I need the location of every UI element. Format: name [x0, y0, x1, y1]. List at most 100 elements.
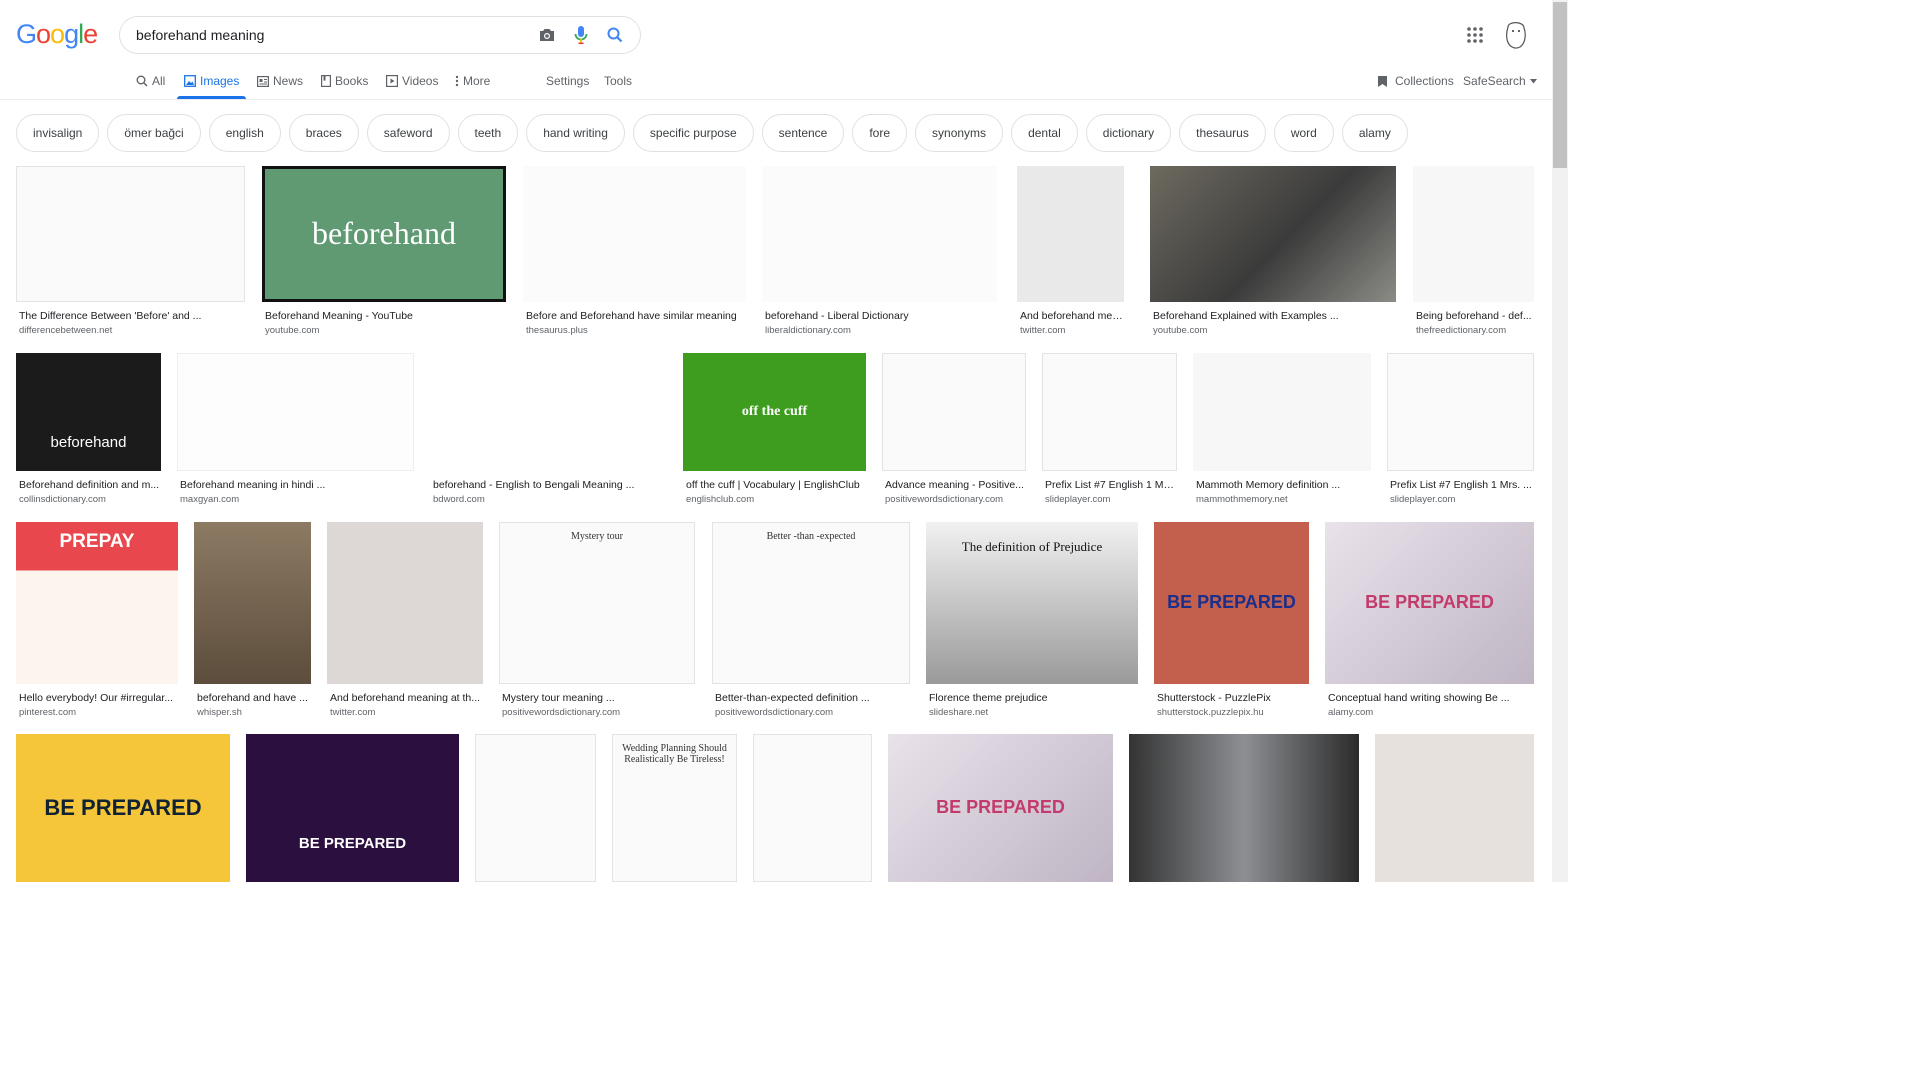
tab-settings[interactable]: Settings: [546, 74, 589, 88]
image-result[interactable]: [753, 734, 872, 882]
result-title[interactable]: Advance meaning - Positive...: [885, 479, 1025, 491]
result-title[interactable]: beforehand - Liberal Dictionary: [765, 310, 996, 322]
result-thumbnail[interactable]: [194, 522, 311, 684]
microphone-icon[interactable]: [564, 18, 598, 52]
result-source[interactable]: thefreedictionary.com: [1416, 325, 1533, 336]
apps-grid-icon[interactable]: [1466, 26, 1484, 44]
result-thumbnail[interactable]: [1193, 353, 1371, 471]
chip[interactable]: sentence: [761, 114, 845, 152]
image-result[interactable]: The Difference Between 'Before' and ... d…: [16, 166, 245, 342]
result-title[interactable]: Mammoth Memory definition ...: [1196, 479, 1370, 491]
result-thumbnail[interactable]: [882, 353, 1026, 471]
tab-all[interactable]: All: [136, 74, 165, 88]
image-result[interactable]: BE PREPARED: [888, 734, 1113, 882]
tab-news[interactable]: News: [257, 74, 303, 88]
image-result[interactable]: BE PREPARED Conceptual hand writing showi…: [1325, 522, 1534, 724]
image-result[interactable]: beforehand Beforehand Meaning - YouTube yo…: [262, 166, 506, 342]
collections-link[interactable]: Collections: [1377, 74, 1454, 88]
tab-more[interactable]: More: [455, 74, 490, 88]
safesearch-dropdown[interactable]: SafeSearch: [1463, 74, 1537, 88]
result-title[interactable]: Conceptual hand writing showing Be ...: [1328, 692, 1533, 704]
account-avatar[interactable]: [1502, 19, 1530, 51]
result-source[interactable]: youtube.com: [1153, 325, 1395, 336]
chip[interactable]: braces: [288, 114, 359, 152]
search-icon[interactable]: [598, 18, 632, 52]
search-input[interactable]: beforehand meaning: [136, 27, 530, 43]
result-thumbnail[interactable]: The definition of Prejudice: [926, 522, 1138, 684]
scrollbar-thumb[interactable]: [1553, 2, 1567, 168]
chip[interactable]: specific purpose: [632, 114, 754, 152]
result-source[interactable]: bdword.com: [433, 494, 667, 505]
result-source[interactable]: slideplayer.com: [1390, 494, 1533, 505]
result-source[interactable]: youtube.com: [265, 325, 505, 336]
image-result[interactable]: Better -than -expected Better-than-expect…: [712, 522, 910, 724]
chip[interactable]: alamy: [1341, 114, 1408, 152]
result-thumbnail[interactable]: [1375, 734, 1534, 882]
result-source[interactable]: mammothmemory.net: [1196, 494, 1370, 505]
result-thumbnail[interactable]: [523, 166, 746, 302]
image-result[interactable]: [1375, 734, 1534, 882]
result-thumbnail[interactable]: [1387, 353, 1534, 471]
result-source[interactable]: positivewordsdictionary.com: [502, 707, 694, 718]
chip[interactable]: fore: [852, 114, 908, 152]
image-result[interactable]: And beforehand meaning at th... twitter.c…: [327, 522, 483, 724]
result-thumbnail[interactable]: [753, 734, 872, 882]
result-title[interactable]: Beforehand meaning in hindi ...: [180, 479, 413, 491]
image-result[interactable]: The definition of Prejudice Florence them…: [926, 522, 1138, 724]
tab-images[interactable]: Images: [184, 74, 239, 88]
result-thumbnail[interactable]: [177, 353, 414, 471]
result-source[interactable]: alamy.com: [1328, 707, 1533, 718]
image-result[interactable]: Wedding Planning Should Realistically Be…: [612, 734, 737, 882]
chip[interactable]: ömer bağci: [107, 114, 201, 152]
result-thumbnail[interactable]: BE PREPARED: [888, 734, 1113, 882]
result-source[interactable]: pinterest.com: [19, 707, 177, 718]
result-title[interactable]: Shutterstock - PuzzlePix: [1157, 692, 1308, 704]
chip[interactable]: synonyms: [915, 114, 1004, 152]
result-source[interactable]: positivewordsdictionary.com: [715, 707, 909, 718]
result-source[interactable]: thesaurus.plus: [526, 325, 745, 336]
result-title[interactable]: off the cuff | Vocabulary | EnglishClub: [686, 479, 865, 491]
search-box[interactable]: beforehand meaning: [119, 16, 641, 54]
result-source[interactable]: maxgyan.com: [180, 494, 413, 505]
image-result[interactable]: Prefix List #7 English 1 Mrs. ... slidepl…: [1387, 353, 1534, 511]
result-title[interactable]: Before and Beforehand have similar meani…: [526, 310, 745, 322]
result-thumbnail[interactable]: BE PREPARED: [246, 734, 459, 882]
chip[interactable]: thesaurus: [1179, 114, 1266, 152]
result-source[interactable]: differencebetween.net: [19, 325, 244, 336]
result-thumbnail[interactable]: Wedding Planning Should Realistically Be…: [612, 734, 737, 882]
result-thumbnail[interactable]: Mystery tour: [499, 522, 695, 684]
result-thumbnail[interactable]: Better -than -expected: [712, 522, 910, 684]
result-thumbnail[interactable]: [1150, 166, 1396, 302]
result-title[interactable]: Being beforehand - def...: [1416, 310, 1533, 322]
result-thumbnail[interactable]: [430, 353, 668, 471]
image-result[interactable]: Prefix List #7 English 1 Mr.... slideplay…: [1042, 353, 1177, 511]
chip[interactable]: dictionary: [1085, 114, 1172, 152]
image-result[interactable]: Mammoth Memory definition ... mammothmemo…: [1193, 353, 1371, 511]
result-thumbnail[interactable]: [1017, 166, 1124, 302]
image-result[interactable]: beforehand Beforehand definition and m...…: [16, 353, 161, 511]
result-title[interactable]: Hello everybody! Our #irregular...: [19, 692, 177, 704]
chip[interactable]: word: [1273, 114, 1334, 152]
result-thumbnail[interactable]: [16, 166, 245, 302]
result-thumbnail[interactable]: BE PREPARED: [1154, 522, 1309, 684]
result-source[interactable]: twitter.com: [1020, 325, 1123, 336]
chip[interactable]: safeword: [366, 114, 450, 152]
image-result[interactable]: [1129, 734, 1359, 882]
result-source[interactable]: liberaldictionary.com: [765, 325, 996, 336]
tab-videos[interactable]: Videos: [386, 74, 438, 88]
result-thumbnail[interactable]: [327, 522, 483, 684]
chip[interactable]: hand writing: [526, 114, 625, 152]
image-result[interactable]: beforehand and have ... whisper.sh: [194, 522, 311, 724]
image-result[interactable]: And beforehand meani... twitter.com: [1017, 166, 1124, 342]
image-result[interactable]: [475, 734, 596, 882]
image-result[interactable]: Beforehand Explained with Examples ... yo…: [1150, 166, 1396, 342]
result-source[interactable]: slideplayer.com: [1045, 494, 1176, 505]
result-title[interactable]: Beforehand definition and m...: [19, 479, 160, 491]
image-result[interactable]: Advance meaning - Positive... positivewor…: [882, 353, 1026, 511]
image-result[interactable]: BE PREPARED Shutterstock - PuzzlePix shutt…: [1154, 522, 1309, 724]
result-thumbnail[interactable]: beforehand: [16, 353, 161, 471]
result-title[interactable]: Florence theme prejudice: [929, 692, 1137, 704]
tab-books[interactable]: Books: [321, 74, 368, 88]
image-result[interactable]: off the cuff off the cuff | Vocabulary | …: [683, 353, 866, 511]
image-result[interactable]: Being beforehand - def... thefreedictiona…: [1413, 166, 1534, 342]
